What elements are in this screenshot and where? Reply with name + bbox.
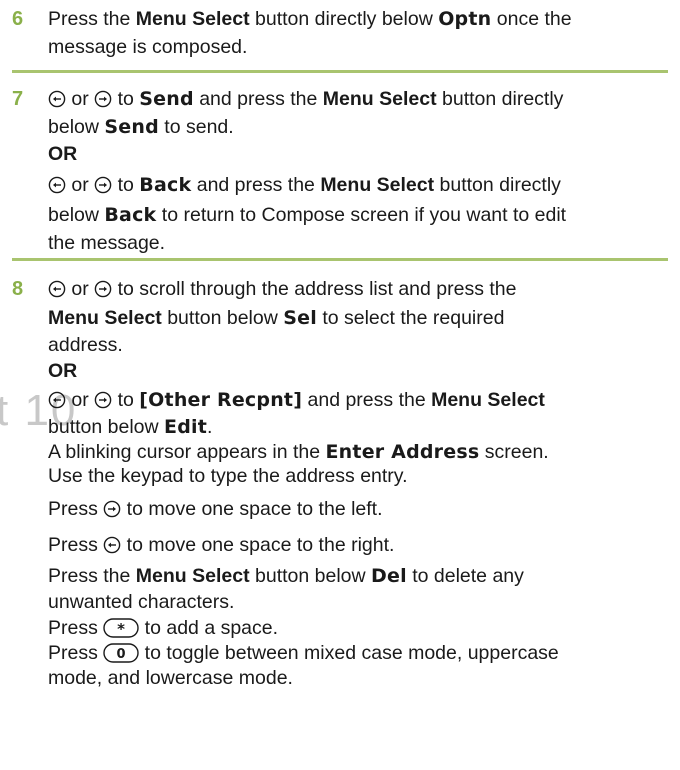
text: A blinking cursor appears in the [48,441,326,463]
text: to move one space to the right. [121,534,395,556]
nav-right-icon [94,391,112,409]
step-text-line: Menu Select button below Sel to select t… [48,305,504,331]
text: Press the [48,8,136,30]
step-text-line: below Send to send. [48,114,234,140]
edit-display-text: Edit [164,416,207,438]
del-display-text: Del [371,565,407,587]
text: below [48,116,105,138]
nav-left-icon [103,536,121,554]
step-number: 7 [12,88,24,110]
text: button below [161,307,284,329]
step-text-line: Press the Menu Select button directly be… [48,6,572,32]
menu-select-label: Menu Select [320,174,435,196]
text: to [112,88,140,110]
zero-key-icon: 0 [103,643,139,663]
text: button below [48,416,165,438]
text: to select the required [316,307,505,329]
text: to toggle between mixed case mode, upper… [139,642,559,664]
step-text-line: unwanted characters. [48,591,235,613]
step-text-line: Use the keypad to type the address entry… [48,465,408,487]
menu-select-label: Menu Select [135,8,250,30]
back-display-text: Back [104,204,157,226]
nav-left-icon [48,280,66,298]
text: screen. [479,441,549,463]
step-text-line: A blinking cursor appears in the Enter A… [48,439,549,465]
text: or [71,174,89,196]
text: once the [491,8,572,30]
step-text-line: message is composed. [48,36,248,58]
text: to move one space to the left. [121,498,383,520]
optn-display-text: Optn [438,8,492,30]
step-text-line: Press * to add a space. [48,615,278,641]
nav-right-icon [94,280,112,298]
step-text-line: Press the Menu Select button below Del t… [48,563,524,589]
send-display-text: Send [104,116,159,138]
text: or [71,278,89,300]
text: Press the [48,565,136,587]
other-recpnt-display-text: [Other Recpnt] [139,389,303,411]
send-display-text: Send [139,88,194,110]
text: . [207,416,213,438]
step-text-line: or to Send and press the Menu Select but… [48,86,563,112]
text: to [112,389,140,411]
text: to [112,174,140,196]
text: to delete any [406,565,524,587]
nav-right-icon [94,176,112,194]
text: or [71,389,89,411]
step-divider [12,70,668,73]
step-text-line: address. [48,334,123,356]
zero-key-glyph: 0 [117,647,126,662]
or-text: OR [48,143,78,165]
menu-select-label: Menu Select [135,565,250,587]
step-text-line: mode, and lowercase mode. [48,667,293,689]
text: to send. [158,116,234,138]
nav-right-icon [103,500,121,518]
text: and press the [193,88,323,110]
step-number: 8 [12,278,24,300]
or-label: OR [48,358,77,384]
text: button below [249,565,372,587]
step-text-line: the message. [48,232,166,254]
text: and press the [191,174,321,196]
step-text-line: or to [Other Recpnt] and press the Menu … [48,387,545,413]
menu-select-label: Menu Select [431,389,545,411]
or-label: OR [48,141,77,167]
text: to scroll through the address list and p… [112,278,517,300]
step-text-line: or to scroll through the address list an… [48,276,517,302]
nav-left-icon [48,176,66,194]
menu-select-label: Menu Select [322,88,437,110]
text: to return to Compose screen if you want … [156,204,567,226]
step-text-line: Press 0 to toggle between mixed case mod… [48,640,559,666]
back-display-text: Back [139,174,192,196]
text: below [48,204,105,226]
text: Press [48,642,104,664]
text: Press [48,617,104,639]
star-key-icon: * [103,618,139,638]
text: or [71,88,89,110]
text: button directly [434,174,561,196]
star-key-glyph: * [117,620,125,638]
sel-display-text: Sel [283,307,317,329]
step-number: 6 [12,8,24,30]
text: Press [48,534,104,556]
text: and press the [302,389,432,411]
text: button directly [436,88,564,110]
enter-address-display-text: Enter Address [325,441,480,463]
nav-right-icon [94,90,112,108]
text: to add a space. [139,617,279,639]
step-divider [12,258,668,261]
or-text: OR [48,360,78,382]
step-text-line: Press to move one space to the right. [48,532,394,558]
step-text-line: or to Back and press the Menu Select but… [48,172,561,198]
step-text-line: Press to move one space to the left. [48,496,383,522]
menu-select-label: Menu Select [48,307,162,329]
step-text-line: below Back to return to Compose screen i… [48,202,566,228]
text: Press [48,498,104,520]
text: button directly below [249,8,439,30]
step-text-line: button below Edit. [48,414,212,440]
nav-left-icon [48,391,66,409]
nav-left-icon [48,90,66,108]
